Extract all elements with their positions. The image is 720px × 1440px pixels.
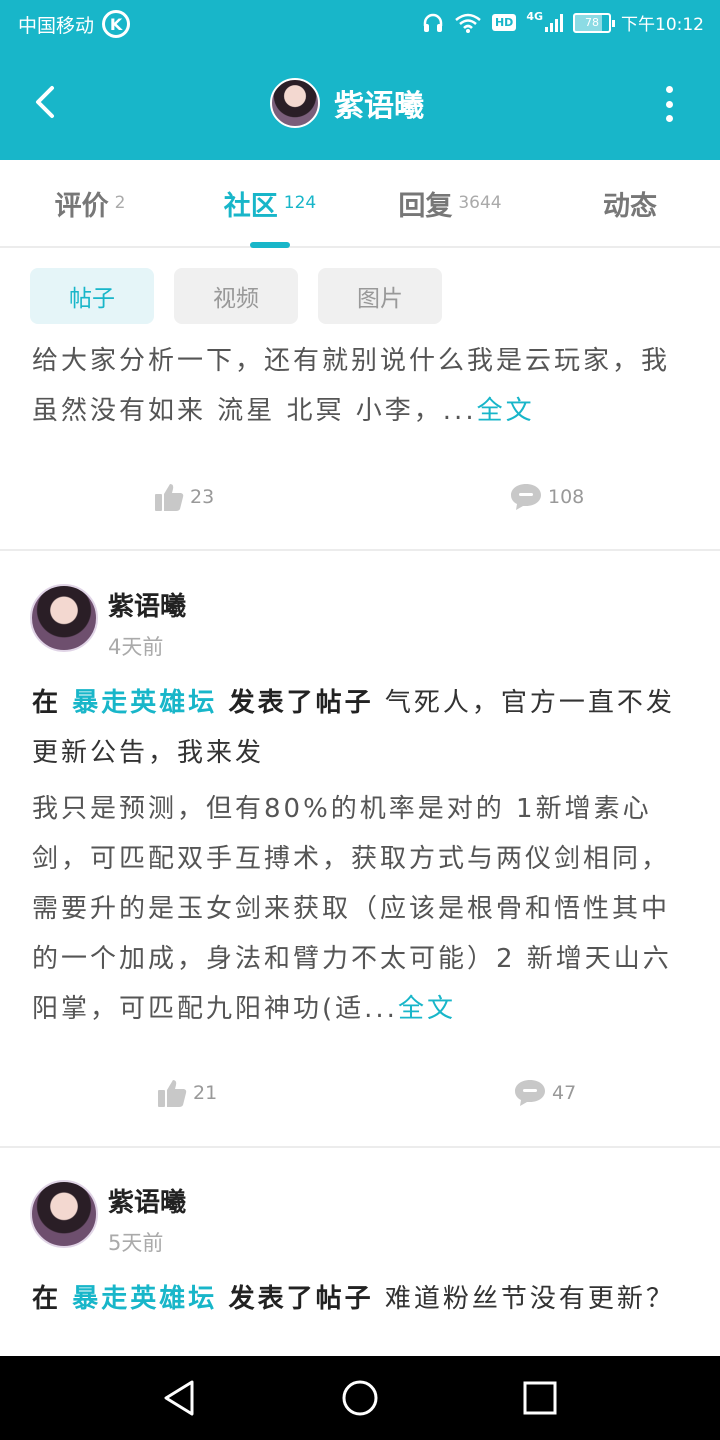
carrier-name: 中国移动 <box>18 14 95 37</box>
like-count: 23 <box>190 486 215 508</box>
tab-label: 动态 <box>603 190 657 222</box>
like-count: 21 <box>193 1082 218 1104</box>
post-actions: 23 108 <box>0 482 720 522</box>
wifi-icon <box>455 13 481 33</box>
post-time: 4天前 <box>108 635 164 659</box>
tab-label: 社区 <box>223 190 278 222</box>
battery-icon: 78 <box>573 12 615 33</box>
thumbs-up-icon <box>155 484 184 511</box>
author-meta: 紫语曦 5天前 <box>108 1178 186 1257</box>
app-header: 紫语曦 <box>0 50 720 160</box>
post-actions: 21 47 <box>0 1078 720 1118</box>
post-body[interactable]: 给大家分析一下，还有就别说什么我是云玩家，我虽然没有如来 流星 北冥 小李，..… <box>32 336 692 436</box>
post-author[interactable]: 紫语曦 4天前 <box>30 582 186 661</box>
thumbs-up-icon <box>158 1080 187 1107</box>
post-headline[interactable]: 在 暴走英雄坛 发表了帖子 难道粉丝节没有更新？ <box>32 1274 692 1324</box>
page-title: 紫语曦 <box>334 89 424 124</box>
network-type: 4G <box>526 10 543 23</box>
nav-home-icon[interactable] <box>340 1378 380 1418</box>
comment-icon <box>515 1080 545 1106</box>
tab-label: 回复 <box>398 190 453 222</box>
author-name: 紫语曦 <box>108 1188 187 1218</box>
carrier-badge-icon: K <box>102 10 131 38</box>
forum-link[interactable]: 暴走英雄坛 <box>72 1284 217 1314</box>
headset-icon <box>423 13 443 32</box>
status-bar: 中国移动 K HD 4G 78 下午10:12 <box>0 0 720 50</box>
like-button[interactable]: 23 <box>154 482 214 512</box>
forum-link[interactable]: 暴走英雄坛 <box>72 688 217 718</box>
tab-activity[interactable]: 动态 <box>540 160 720 246</box>
chevron-left-icon[interactable] <box>26 82 66 122</box>
hd-badge: HD <box>491 14 517 31</box>
chip-posts[interactable]: 帖子 <box>30 268 154 324</box>
header-profile[interactable]: 紫语曦 <box>270 78 424 128</box>
headline-prefix: 在 <box>32 1284 62 1314</box>
battery-level: 78 <box>585 16 599 29</box>
post-time: 5天前 <box>108 1231 164 1255</box>
more-vertical-icon[interactable] <box>662 86 676 122</box>
chip-videos[interactable]: 视频 <box>174 268 298 324</box>
headline-action: 发表了帖子 <box>228 688 374 718</box>
post-text: 我只是预测，但有80%的机率是对的 1新增素心剑，可匹配双手互搏术，获取方式与两… <box>32 794 672 1024</box>
headline-action: 发表了帖子 <box>228 1284 374 1314</box>
signal-icon <box>545 13 563 32</box>
tab-community[interactable]: 社区 124 <box>180 160 360 248</box>
tab-bar: 评价 2 社区 124 回复 3644 动态 <box>0 160 720 248</box>
nav-recents-icon[interactable] <box>520 1378 560 1418</box>
tab-replies[interactable]: 回复 3644 <box>360 160 540 246</box>
comment-count: 47 <box>552 1082 577 1104</box>
filter-chips: 帖子 视频 图片 <box>30 268 442 324</box>
comment-button[interactable]: 108 <box>510 482 584 512</box>
tab-indicator <box>250 242 290 248</box>
author-name: 紫语曦 <box>108 592 187 622</box>
headline-prefix: 在 <box>32 688 62 718</box>
header-avatar <box>270 78 320 128</box>
avatar[interactable] <box>30 1180 98 1248</box>
read-more-link[interactable]: 全文 <box>477 396 535 426</box>
post-body[interactable]: 我只是预测，但有80%的机率是对的 1新增素心剑，可匹配双手互搏术，获取方式与两… <box>32 784 692 1034</box>
post-author[interactable]: 紫语曦 5天前 <box>30 1178 186 1257</box>
tab-reviews[interactable]: 评价 2 <box>0 160 180 246</box>
status-right: HD 4G 78 下午10:12 <box>422 10 704 35</box>
author-meta: 紫语曦 4天前 <box>108 582 186 661</box>
chip-images[interactable]: 图片 <box>318 268 442 324</box>
post-headline[interactable]: 在 暴走英雄坛 发表了帖子 气死人，官方一直不发更新公告，我来发 <box>32 678 692 778</box>
tab-count: 2 <box>114 193 126 213</box>
headline-text: 难道粉丝节没有更新？ <box>384 1284 675 1314</box>
post-text: 给大家分析一下，还有就别说什么我是云玩家，我虽然没有如来 流星 北冥 小李，..… <box>32 346 671 426</box>
comment-icon <box>511 484 541 510</box>
divider <box>0 1146 720 1148</box>
status-left: 中国移动 K <box>18 10 131 38</box>
divider <box>0 549 720 551</box>
nav-back-icon[interactable] <box>160 1378 200 1418</box>
avatar[interactable] <box>30 584 98 652</box>
read-more-link[interactable]: 全文 <box>398 994 456 1024</box>
like-button[interactable]: 21 <box>157 1078 217 1108</box>
tab-label: 评价 <box>54 190 109 222</box>
clock: 下午10:12 <box>621 15 704 35</box>
comment-button[interactable]: 47 <box>514 1078 576 1108</box>
tab-count: 124 <box>283 193 317 213</box>
comment-count: 108 <box>548 486 585 508</box>
tab-count: 3644 <box>458 193 502 213</box>
system-nav-bar <box>0 1356 720 1440</box>
